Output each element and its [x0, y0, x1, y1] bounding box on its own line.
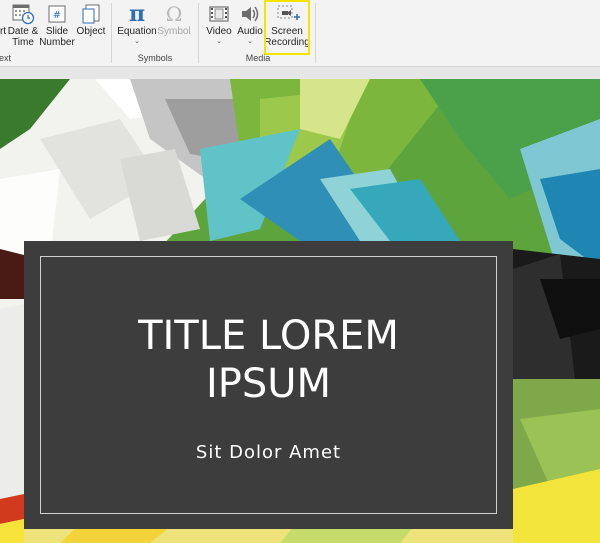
video-label: Video	[206, 26, 232, 37]
slide-subtitle[interactable]: Sit Dolor Amet	[41, 442, 496, 463]
chevron-down-icon: ⌄	[247, 38, 253, 45]
date-time-label: Date & Time	[7, 26, 39, 48]
group-divider	[111, 3, 112, 63]
slide-title-line: TITLE LOREM	[138, 313, 399, 359]
symbol-button[interactable]: Ω Symbol	[156, 0, 192, 52]
audio-label: Audio	[237, 26, 263, 37]
slide-number-icon: #	[46, 2, 68, 26]
pi-icon: π	[128, 0, 146, 27]
ribbon: rt Date & Time # Slide Number Object ext…	[0, 0, 600, 67]
slide-title-line: IPSUM	[205, 361, 332, 407]
omega-icon: Ω	[165, 1, 183, 26]
screen-recording-highlight	[264, 0, 310, 55]
chevron-down-icon: ⌄	[216, 38, 222, 45]
group-divider	[198, 3, 199, 63]
text-group-label: ext	[0, 53, 11, 63]
audio-button[interactable]: Audio ⌄	[235, 0, 265, 52]
object-label: Object	[76, 26, 106, 37]
group-divider	[315, 3, 316, 63]
title-placeholder[interactable]: TITLE LOREM IPSUM Sit Dolor Amet	[24, 241, 513, 529]
speaker-icon	[239, 2, 261, 26]
object-icon	[80, 2, 102, 26]
date-time-button[interactable]: Date & Time	[6, 0, 40, 52]
equation-button[interactable]: π Equation ⌄	[116, 0, 158, 52]
film-icon	[208, 2, 230, 26]
media-group-label: Media	[245, 53, 271, 63]
object-button[interactable]: Object	[75, 0, 107, 52]
slide-canvas: TITLE LOREM IPSUM Sit Dolor Amet	[0, 67, 600, 543]
title-frame: TITLE LOREM IPSUM Sit Dolor Amet	[40, 256, 497, 514]
svg-text:#: #	[53, 10, 61, 21]
symbols-group-label: Symbols	[137, 53, 173, 63]
chevron-down-icon: ⌄	[134, 38, 140, 45]
slide-title[interactable]: TITLE LOREM IPSUM	[41, 312, 496, 408]
slide-number-button[interactable]: # Slide Number	[39, 0, 75, 52]
slide[interactable]: TITLE LOREM IPSUM Sit Dolor Amet	[0, 79, 600, 543]
symbol-label: Symbol	[157, 26, 191, 37]
slide-number-label: Slide Number	[39, 26, 75, 48]
calendar-clock-icon	[11, 2, 35, 26]
video-button[interactable]: Video ⌄	[204, 0, 234, 52]
equation-label: Equation	[117, 26, 157, 37]
